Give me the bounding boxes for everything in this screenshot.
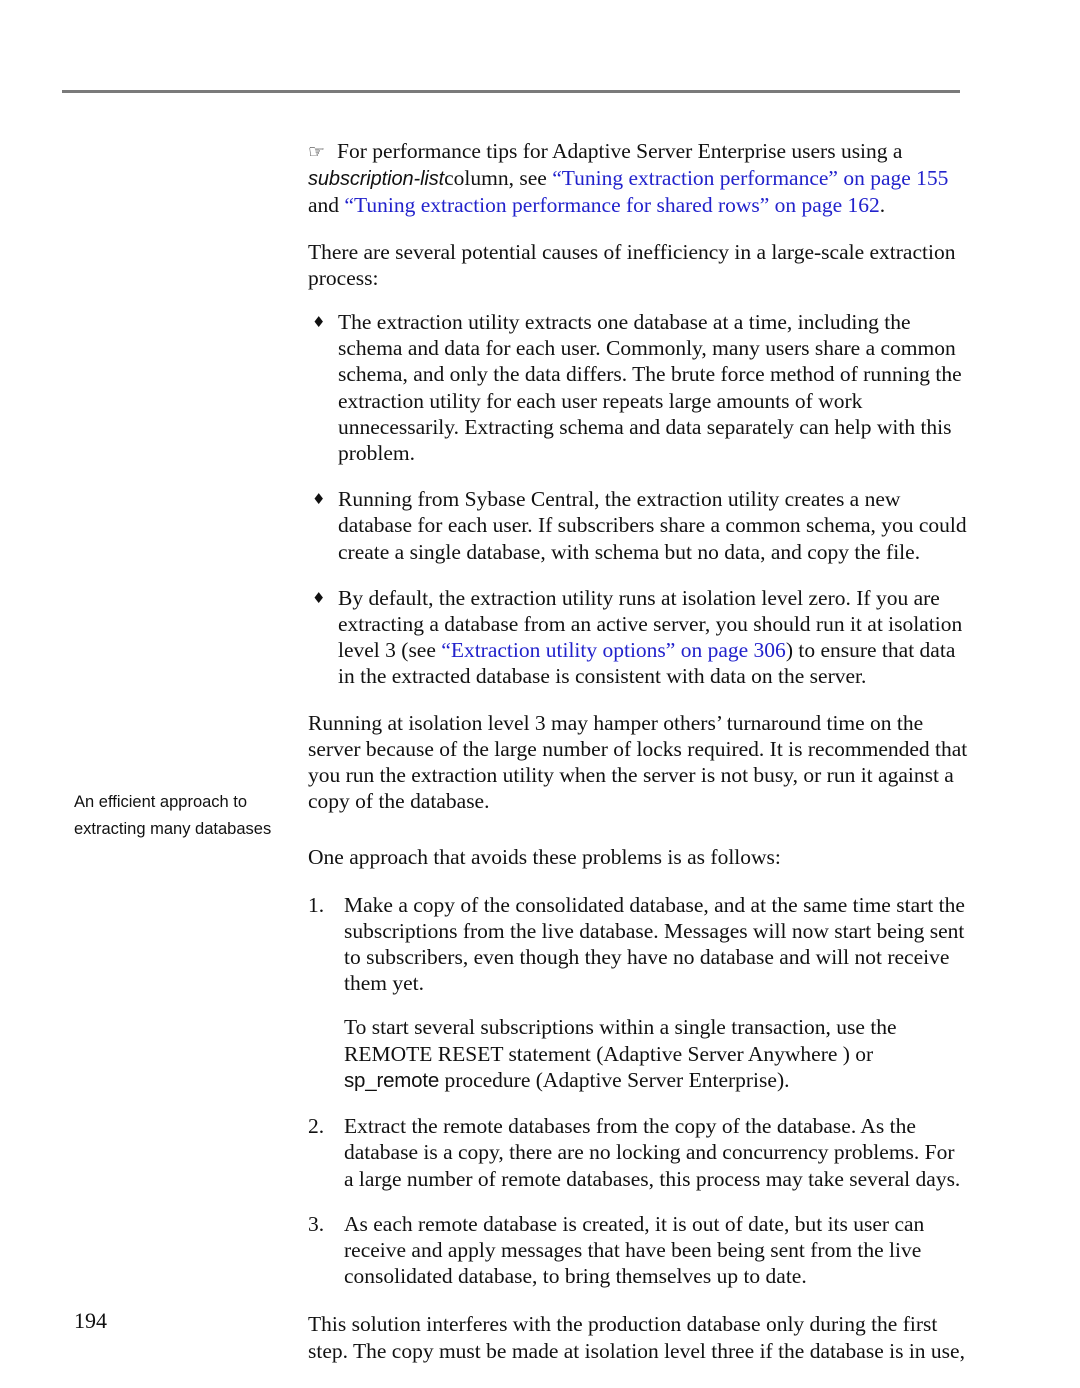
approach-steps-list: 1. Make a copy of the consolidated databa…	[308, 892, 968, 1290]
approach-lead-in-paragraph: One approach that avoids these problems …	[308, 845, 781, 870]
step-item-1-subparagraph: To start several subscriptions within a …	[344, 1014, 968, 1094]
step-item-2-text: Extract the remote databases from the co…	[344, 1114, 961, 1191]
diamond-bullet-icon: ♦	[312, 588, 326, 607]
note-trailing-period: .	[879, 193, 886, 218]
step-1-code-sp-remote: sp_remote	[344, 1068, 440, 1092]
cross-reference-link-tuning-extraction-performance[interactable]: “Tuning extraction performance” on page …	[552, 166, 948, 190]
page-number: 194	[74, 1308, 107, 1333]
step-item-2: 2. Extract the remote databases from the …	[308, 1113, 968, 1192]
closing-paragraph: This solution interferes with the produc…	[308, 1312, 965, 1363]
cross-reference-link-extraction-utility-options[interactable]: “Extraction utility options” on page 306	[441, 638, 786, 662]
diamond-bullet-icon: ♦	[312, 313, 326, 332]
intro-paragraph: There are several potential causes of in…	[308, 239, 956, 290]
document-page: ☞ For performance tips for Adaptive Serve…	[0, 0, 1080, 1388]
step-item-1: 1. Make a copy of the consolidated databa…	[308, 892, 968, 1094]
tip-note: ☞ For performance tips for Adaptive Serve…	[308, 138, 968, 219]
bullet-item-1: ♦ The extraction utility extracts one dat…	[308, 309, 968, 466]
main-content-column: ☞ For performance tips for Adaptive Serve…	[308, 138, 968, 1382]
causes-bullet-list: ♦ The extraction utility extracts one dat…	[308, 309, 968, 690]
step-number-3: 3.	[308, 1211, 325, 1236]
note-between-links: and	[308, 193, 345, 218]
pointing-hand-icon: ☞	[308, 141, 326, 163]
note-italic-term: subscription-list	[308, 168, 445, 191]
step-item-3: 3. As each remote database is created, it…	[308, 1211, 968, 1290]
step-item-1-text: Make a copy of the consolidated database…	[344, 892, 965, 996]
note-text-before: For performance tips for Adaptive Server…	[337, 139, 903, 163]
step-number-2: 2.	[308, 1114, 325, 1139]
margin-note: An efficient approach to extracting many…	[74, 793, 272, 838]
bullet-item-2-text: Running from Sybase Central, the extract…	[338, 487, 967, 564]
bullet-item-1-text: The extraction utility extracts one data…	[338, 310, 962, 466]
note-text-after: column, see	[444, 166, 553, 191]
bullet-item-3: ♦ By default, the extraction utility runs…	[308, 585, 968, 690]
cross-reference-link-tuning-extraction-shared-rows[interactable]: “Tuning extraction performance for share…	[344, 193, 879, 217]
step-1-sub-text-part2: procedure (Adaptive Server Enterprise).	[439, 1067, 790, 1092]
step-1-sub-text-part1: To start several subscriptions within a …	[344, 1015, 897, 1066]
diamond-bullet-icon: ♦	[312, 490, 326, 509]
header-rule	[62, 90, 960, 93]
isolation-level-paragraph: Running at isolation level 3 may hamper …	[308, 710, 968, 814]
step-item-3-text: As each remote database is created, it i…	[344, 1211, 925, 1289]
bullet-item-2: ♦ Running from Sybase Central, the extrac…	[308, 486, 968, 565]
step-number-1: 1.	[308, 892, 325, 917]
